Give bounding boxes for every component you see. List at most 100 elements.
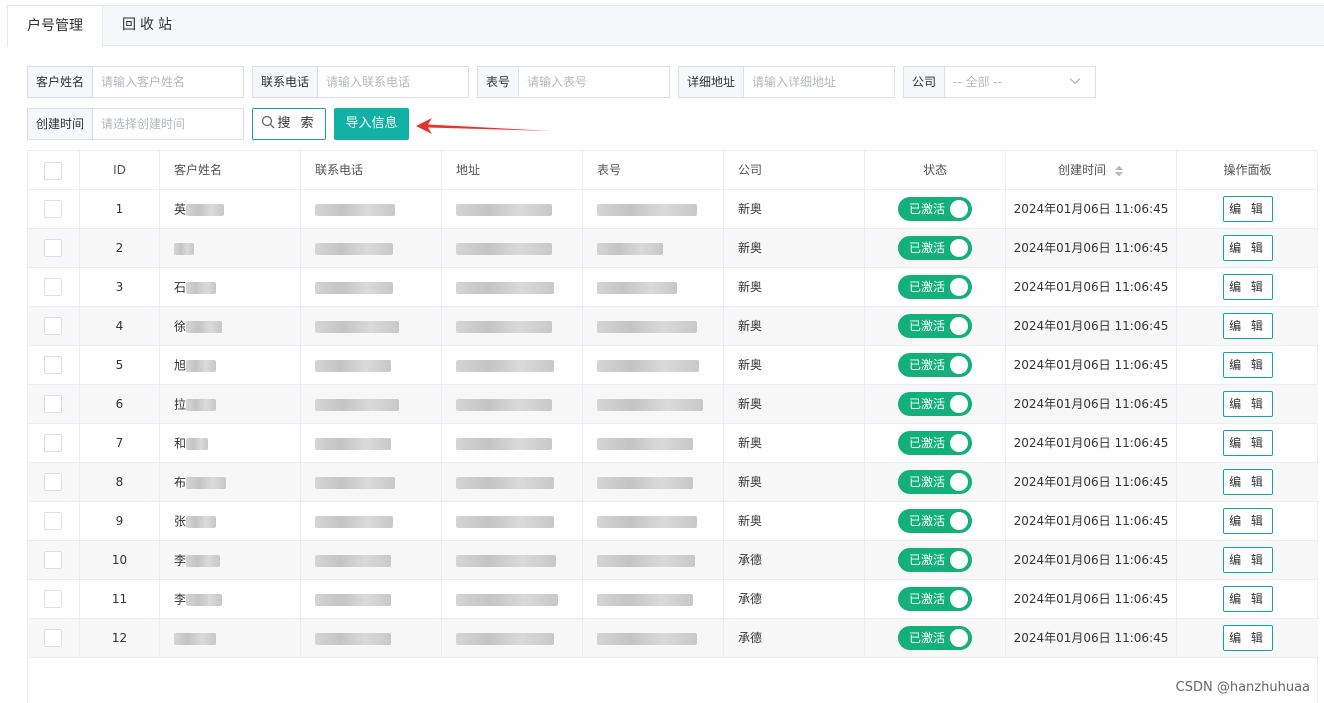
cell-company: 新奥 <box>724 229 865 267</box>
redacted-value <box>456 593 558 606</box>
row-checkbox[interactable] <box>44 590 62 608</box>
redacted-value <box>597 203 697 216</box>
row-checkbox[interactable] <box>44 512 62 530</box>
meter-no-filter: 表号 请输入表号 <box>477 66 670 98</box>
cell-address <box>442 424 583 462</box>
search-button[interactable]: 搜 索 <box>252 108 326 140</box>
cell-company: 承德 <box>724 580 865 618</box>
customer-name-text: 布 <box>174 475 187 490</box>
cell-address <box>442 619 583 657</box>
address-filter: 详细地址 请输入详细地址 <box>678 66 895 98</box>
cell-id: 5 <box>80 346 160 384</box>
status-label: 已激活 <box>909 631 946 645</box>
status-label: 已激活 <box>909 241 946 255</box>
status-toggle[interactable]: 已激活 <box>898 314 972 338</box>
edit-button[interactable]: 编 辑 <box>1222 586 1273 612</box>
cell-meter-no <box>583 463 724 501</box>
edit-button[interactable]: 编 辑 <box>1222 625 1273 651</box>
row-checkbox[interactable] <box>44 317 62 335</box>
redacted-value <box>315 398 399 411</box>
status-toggle[interactable]: 已激活 <box>898 587 972 611</box>
phone-input[interactable]: 请输入联系电话 <box>318 67 418 97</box>
select-all-checkbox[interactable] <box>44 162 62 180</box>
status-toggle[interactable]: 已激活 <box>898 431 972 455</box>
redacted-value <box>174 632 216 645</box>
tab-account-management[interactable]: 户号管理 <box>7 5 103 47</box>
redacted-value <box>186 359 217 372</box>
row-checkbox[interactable] <box>44 629 62 647</box>
header-created-time[interactable]: 创建时间 <box>1006 151 1177 189</box>
company-filter[interactable]: 公司 -- 全部 -- <box>903 66 1096 98</box>
redacted-value <box>315 359 391 372</box>
header-address: 地址 <box>442 151 583 189</box>
cell-address <box>442 346 583 384</box>
edit-button[interactable]: 编 辑 <box>1222 391 1273 417</box>
row-checkbox[interactable] <box>44 278 62 296</box>
status-toggle[interactable]: 已激活 <box>898 197 972 221</box>
cell-address <box>442 268 583 306</box>
table-row: 1 英 新奥 已激活 2024年01月06日 11:06:45 编 辑 <box>28 190 1318 229</box>
cell-status: 已激活 <box>865 346 1006 384</box>
cell-company: 新奥 <box>724 463 865 501</box>
status-toggle[interactable]: 已激活 <box>898 236 972 260</box>
cell-actions: 编 辑 <box>1177 463 1318 501</box>
customer-name-input[interactable]: 请输入客户姓名 <box>93 67 193 97</box>
cell-customer-name: 徐 <box>160 307 301 345</box>
row-checkbox[interactable] <box>44 200 62 218</box>
edit-button[interactable]: 编 辑 <box>1222 547 1273 573</box>
row-checkbox[interactable] <box>44 239 62 257</box>
phone-filter: 联系电话 请输入联系电话 <box>252 66 469 98</box>
row-checkbox[interactable] <box>44 551 62 569</box>
table-row: 12 承德 已激活 2024年01月06日 11:06:45 编 辑 <box>28 619 1318 658</box>
edit-button[interactable]: 编 辑 <box>1222 352 1273 378</box>
edit-button[interactable]: 编 辑 <box>1222 274 1273 300</box>
cell-status: 已激活 <box>865 463 1006 501</box>
cell-created-time: 2024年01月06日 11:06:45 <box>1006 268 1177 306</box>
cell-company: 新奥 <box>724 268 865 306</box>
customer-name-text: 张 <box>174 514 187 529</box>
created-time-input[interactable]: 请选择创建时间 <box>93 109 193 139</box>
edit-button[interactable]: 编 辑 <box>1222 313 1273 339</box>
cell-customer-name: 和 <box>160 424 301 462</box>
cell-company: 新奥 <box>724 190 865 228</box>
cell-meter-no <box>583 424 724 462</box>
cell-address <box>442 307 583 345</box>
edit-button[interactable]: 编 辑 <box>1222 235 1273 261</box>
cell-actions: 编 辑 <box>1177 580 1318 618</box>
edit-button[interactable]: 编 辑 <box>1222 469 1273 495</box>
company-select[interactable]: -- 全部 -- <box>945 67 1010 97</box>
row-checkbox[interactable] <box>44 395 62 413</box>
cell-actions: 编 辑 <box>1177 307 1318 345</box>
cell-created-time: 2024年01月06日 11:06:45 <box>1006 190 1177 228</box>
tab-recycle-bin[interactable]: 回收站 <box>109 5 189 46</box>
meter-no-input[interactable]: 请输入表号 <box>519 67 595 97</box>
cell-customer-name <box>160 229 301 267</box>
status-toggle[interactable]: 已激活 <box>898 275 972 299</box>
cell-company: 新奥 <box>724 307 865 345</box>
status-toggle[interactable]: 已激活 <box>898 353 972 377</box>
row-checkbox[interactable] <box>44 434 62 452</box>
status-toggle[interactable]: 已激活 <box>898 509 972 533</box>
cell-created-time: 2024年01月06日 11:06:45 <box>1006 619 1177 657</box>
toggle-knob <box>950 356 968 374</box>
row-select-cell <box>28 190 80 228</box>
status-toggle[interactable]: 已激活 <box>898 548 972 572</box>
cell-created-time: 2024年01月06日 11:06:45 <box>1006 541 1177 579</box>
status-toggle[interactable]: 已激活 <box>898 392 972 416</box>
cell-id: 1 <box>80 190 160 228</box>
status-toggle[interactable]: 已激活 <box>898 626 972 650</box>
status-label: 已激活 <box>909 202 946 216</box>
edit-button[interactable]: 编 辑 <box>1222 196 1273 222</box>
address-input[interactable]: 请输入详细地址 <box>744 67 844 97</box>
toggle-knob <box>950 200 968 218</box>
row-checkbox[interactable] <box>44 473 62 491</box>
edit-button[interactable]: 编 辑 <box>1222 430 1273 456</box>
status-toggle[interactable]: 已激活 <box>898 470 972 494</box>
row-checkbox[interactable] <box>44 356 62 374</box>
table-row: 4 徐 新奥 已激活 2024年01月06日 11:06:45 编 辑 <box>28 307 1318 346</box>
import-info-button[interactable]: 导入信息 <box>334 108 409 140</box>
cell-actions: 编 辑 <box>1177 346 1318 384</box>
edit-button[interactable]: 编 辑 <box>1222 508 1273 534</box>
redacted-value <box>597 320 697 333</box>
sort-icon[interactable] <box>1114 164 1124 178</box>
